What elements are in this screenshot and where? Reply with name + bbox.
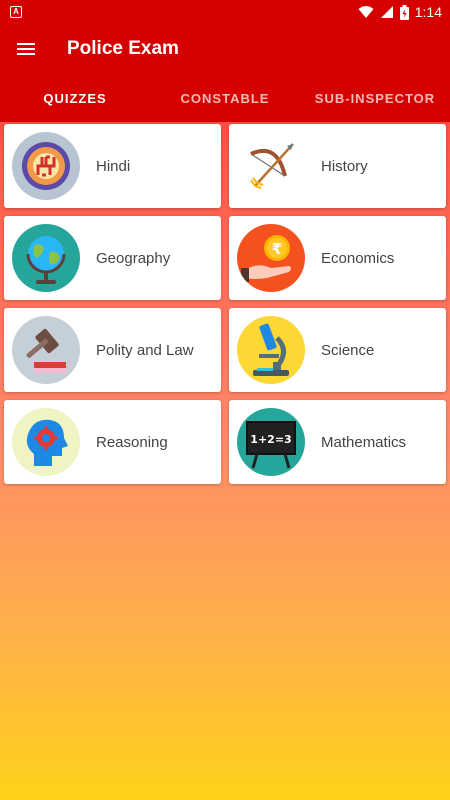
board-text: 1+2=3 — [250, 433, 291, 446]
category-label: Geography — [96, 249, 171, 267]
brain-head-icon — [12, 408, 80, 476]
category-grid: Hindi History Geography ₹ Economics Poli… — [4, 124, 446, 484]
category-label: History — [321, 157, 368, 175]
category-label: Reasoning — [96, 433, 168, 451]
notification-icon: A — [10, 6, 22, 18]
category-card-geography[interactable]: Geography — [4, 216, 221, 300]
swastika-icon — [12, 132, 80, 200]
category-card-science[interactable]: Science — [229, 308, 446, 392]
tab-sub-inspector[interactable]: SUB-INSPECTOR — [300, 74, 450, 122]
category-card-hindi[interactable]: Hindi — [4, 124, 221, 208]
clock: 1:14 — [414, 4, 442, 20]
microscope-icon — [237, 316, 305, 384]
bow-arrow-icon — [237, 132, 305, 200]
category-card-economics[interactable]: ₹ Economics — [229, 216, 446, 300]
tab-constable[interactable]: CONSTABLE — [150, 74, 300, 122]
blackboard-icon: 1+2=3 — [237, 408, 305, 476]
category-card-polity-and-law[interactable]: Polity and Law — [4, 308, 221, 392]
category-card-history[interactable]: History — [229, 124, 446, 208]
globe-icon — [12, 224, 80, 292]
app-bar: Police Exam — [0, 24, 450, 74]
tab-quizzes[interactable]: QUIZZES — [0, 74, 150, 122]
category-label: Economics — [321, 249, 395, 267]
category-card-reasoning[interactable]: Reasoning — [4, 400, 221, 484]
rupee-coin-hand-icon: ₹ — [237, 224, 305, 292]
category-card-mathematics[interactable]: 1+2=3 Mathematics — [229, 400, 446, 484]
hamburger-icon — [17, 43, 35, 55]
wifi-icon — [358, 6, 374, 18]
app-title: Police Exam — [67, 38, 179, 59]
tab-bar: QUIZZES CONSTABLE SUB-INSPECTOR — [0, 74, 450, 122]
category-label: Polity and Law — [96, 341, 194, 359]
signal-icon — [380, 6, 393, 18]
battery-icon — [399, 4, 409, 20]
status-bar: A 1:14 — [0, 0, 450, 24]
gavel-icon — [12, 316, 80, 384]
menu-button[interactable] — [0, 24, 52, 74]
svg-text:₹: ₹ — [272, 240, 282, 258]
category-label: Hindi — [96, 157, 131, 175]
category-label: Mathematics — [321, 433, 407, 451]
category-label: Science — [321, 341, 375, 359]
